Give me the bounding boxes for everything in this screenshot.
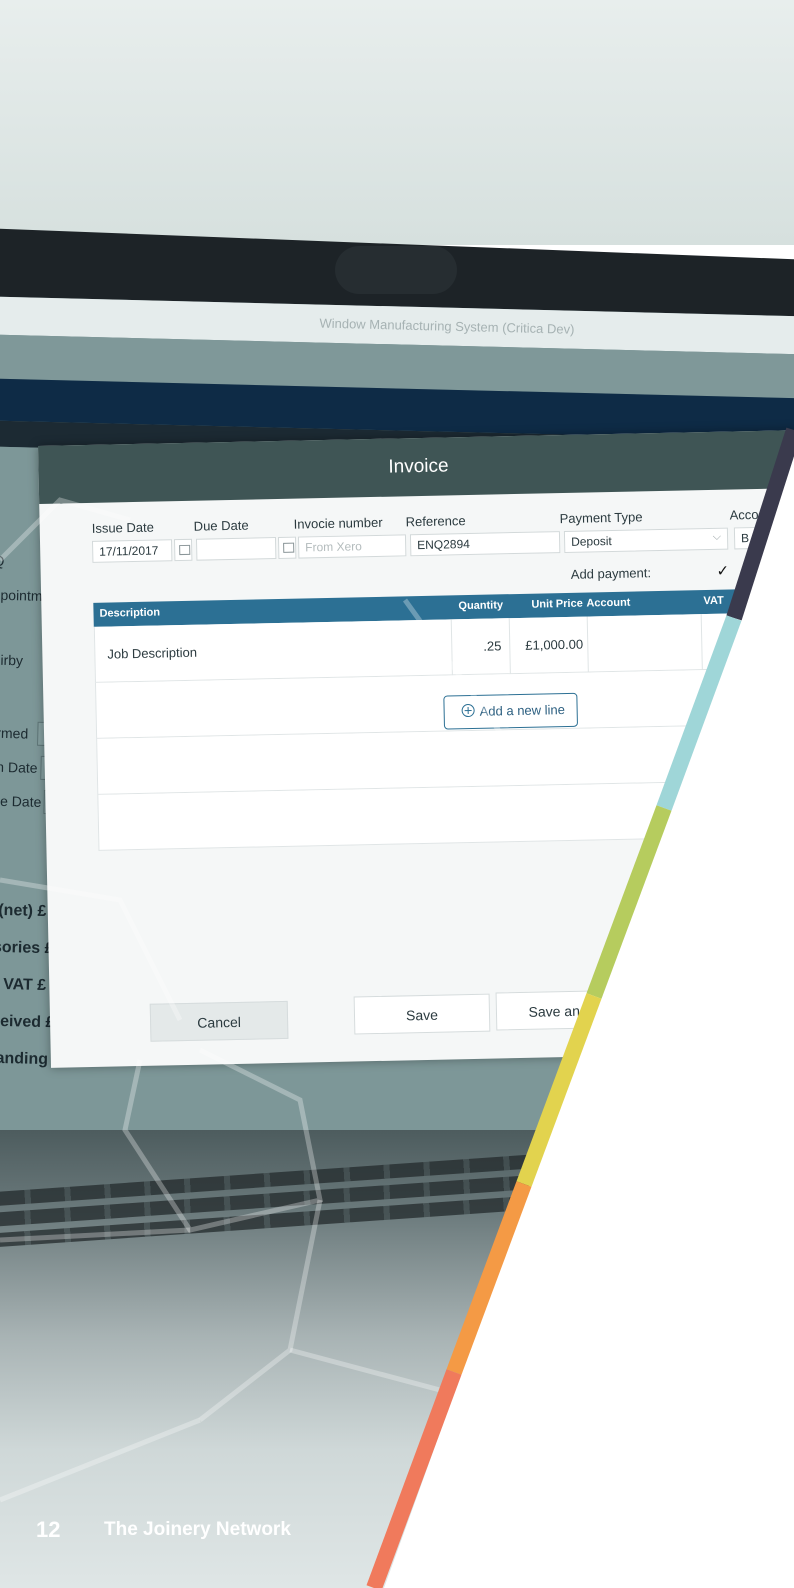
brand-name: The Joinery Network xyxy=(104,1519,291,1540)
page-number: 12 xyxy=(36,1517,61,1542)
corner-panel xyxy=(366,427,794,1588)
photo-scene: Window Manufacturing System (Critica Dev… xyxy=(0,0,794,1588)
